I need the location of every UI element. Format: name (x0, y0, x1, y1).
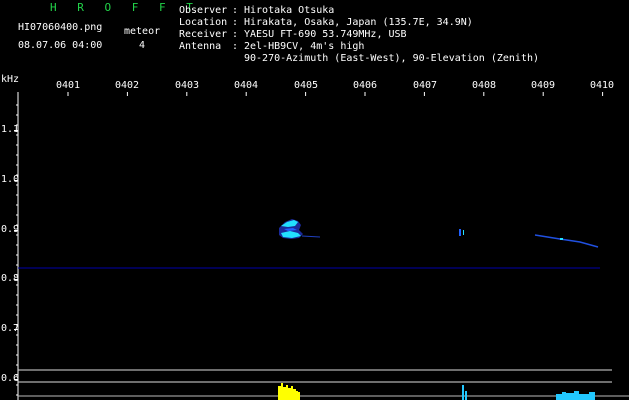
meteor-echo-small (459, 229, 464, 236)
spectrogram-plot (16, 92, 629, 400)
time-tick-marks (67, 92, 604, 96)
meteor-echo-trail (534, 234, 599, 248)
meteor-echo-main (279, 219, 321, 239)
signal-histogram (278, 383, 595, 400)
